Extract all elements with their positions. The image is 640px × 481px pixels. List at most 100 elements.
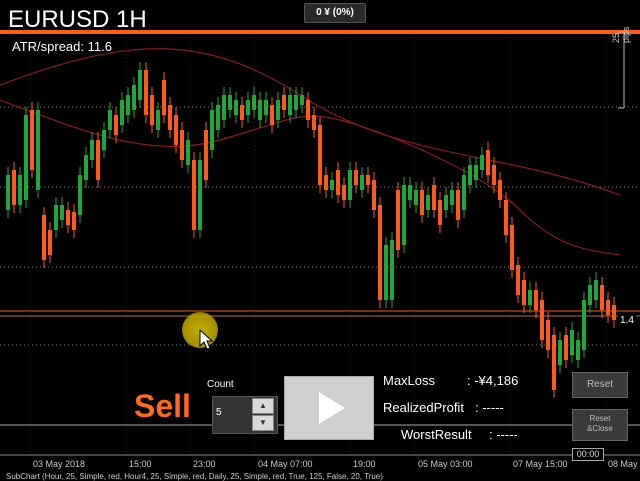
reset-button[interactable]: Reset <box>572 372 628 398</box>
candle <box>366 175 370 185</box>
candle <box>6 175 10 210</box>
candle <box>150 95 154 125</box>
candle <box>192 160 196 230</box>
candle <box>36 110 40 190</box>
candle <box>174 115 178 145</box>
candle <box>162 80 166 115</box>
candle <box>384 245 388 300</box>
candle <box>408 185 412 200</box>
candle <box>228 95 232 110</box>
candle <box>552 335 556 390</box>
candle <box>426 195 430 210</box>
candle <box>486 150 490 175</box>
candle <box>60 205 64 220</box>
candle <box>294 95 298 110</box>
candle <box>78 175 82 215</box>
time-tick: 07 May 15:00 <box>513 459 568 469</box>
candle <box>348 170 352 200</box>
candle <box>180 130 184 160</box>
candle <box>288 95 292 115</box>
candle <box>342 185 346 200</box>
time-tick: 05 May 03:00 <box>418 459 473 469</box>
candle <box>258 100 262 120</box>
candle <box>444 195 448 210</box>
candle <box>510 225 514 270</box>
candle <box>216 105 220 130</box>
time-tick: 19:00 <box>353 459 376 469</box>
candle <box>420 190 424 215</box>
candle <box>450 190 454 205</box>
candle <box>474 165 478 180</box>
candle <box>468 165 472 185</box>
candle <box>336 170 340 195</box>
pips-scale-label: 25 pips <box>611 26 631 43</box>
candle <box>612 305 616 320</box>
worst-result-value: : ----- <box>489 427 518 442</box>
time-tick: 08 May <box>608 459 638 469</box>
cursor-time-box: 00:00 <box>572 448 604 461</box>
candle <box>282 95 286 110</box>
candle <box>606 300 610 315</box>
candle <box>24 115 28 200</box>
candle <box>588 285 592 305</box>
candle <box>414 190 418 205</box>
candle <box>234 100 238 115</box>
candle <box>498 180 502 200</box>
reset-close-label-2: &Close <box>587 424 613 433</box>
candle <box>372 180 376 210</box>
candle <box>144 70 148 115</box>
candle <box>138 70 142 100</box>
count-up-button[interactable]: ▲ <box>252 398 274 414</box>
candle <box>18 175 22 205</box>
candle <box>210 110 214 150</box>
candle <box>30 110 34 170</box>
candle <box>300 95 304 105</box>
count-down-button[interactable]: ▼ <box>252 415 274 431</box>
candle <box>432 185 436 210</box>
worst-result-label: WorstResult <box>401 427 472 442</box>
time-tick: 04 May 07:00 <box>258 459 313 469</box>
candle <box>264 100 268 115</box>
candle <box>402 185 406 245</box>
candle <box>54 205 58 230</box>
atr-value: 11.6 <box>87 39 112 54</box>
max-loss-label: MaxLoss <box>383 373 436 388</box>
max-loss-value: : -¥4,186 <box>467 373 519 388</box>
candle <box>534 290 538 310</box>
candle <box>516 265 520 295</box>
candle <box>96 140 100 180</box>
count-value[interactable]: 5 <box>216 407 222 418</box>
time-tick: 03 May 2018 <box>33 459 86 469</box>
play-icon <box>319 392 345 424</box>
current-price-label: 1.4 <box>618 315 636 326</box>
candle <box>120 100 124 125</box>
candle <box>528 290 532 305</box>
candle <box>156 110 160 130</box>
candle <box>102 130 106 150</box>
candle <box>126 95 130 115</box>
candle <box>42 215 46 260</box>
moving-average-line <box>0 99 621 256</box>
candle <box>594 280 598 300</box>
realized-profit-value: : ----- <box>475 400 504 415</box>
candle <box>108 110 112 130</box>
atr-spread-readout: ATR/spread: 11.6 <box>12 39 112 54</box>
candle <box>492 165 496 185</box>
candle <box>270 105 274 125</box>
candle <box>570 330 574 355</box>
candle <box>390 240 394 300</box>
candle <box>522 280 526 305</box>
time-tick: 15:00 <box>129 459 152 469</box>
candle <box>198 160 202 230</box>
realized-profit-label: RealizedProfit <box>383 400 464 415</box>
sell-label[interactable]: Sell <box>134 388 191 425</box>
candle <box>84 155 88 180</box>
candle <box>438 200 442 225</box>
candle <box>246 100 250 115</box>
reset-close-button[interactable]: Reset &Close <box>572 409 628 441</box>
candle <box>114 115 118 135</box>
candle <box>48 230 52 255</box>
chart-title: EURUSD 1H <box>8 6 147 33</box>
play-button[interactable] <box>284 376 374 440</box>
time-tick: 23:00 <box>193 459 216 469</box>
